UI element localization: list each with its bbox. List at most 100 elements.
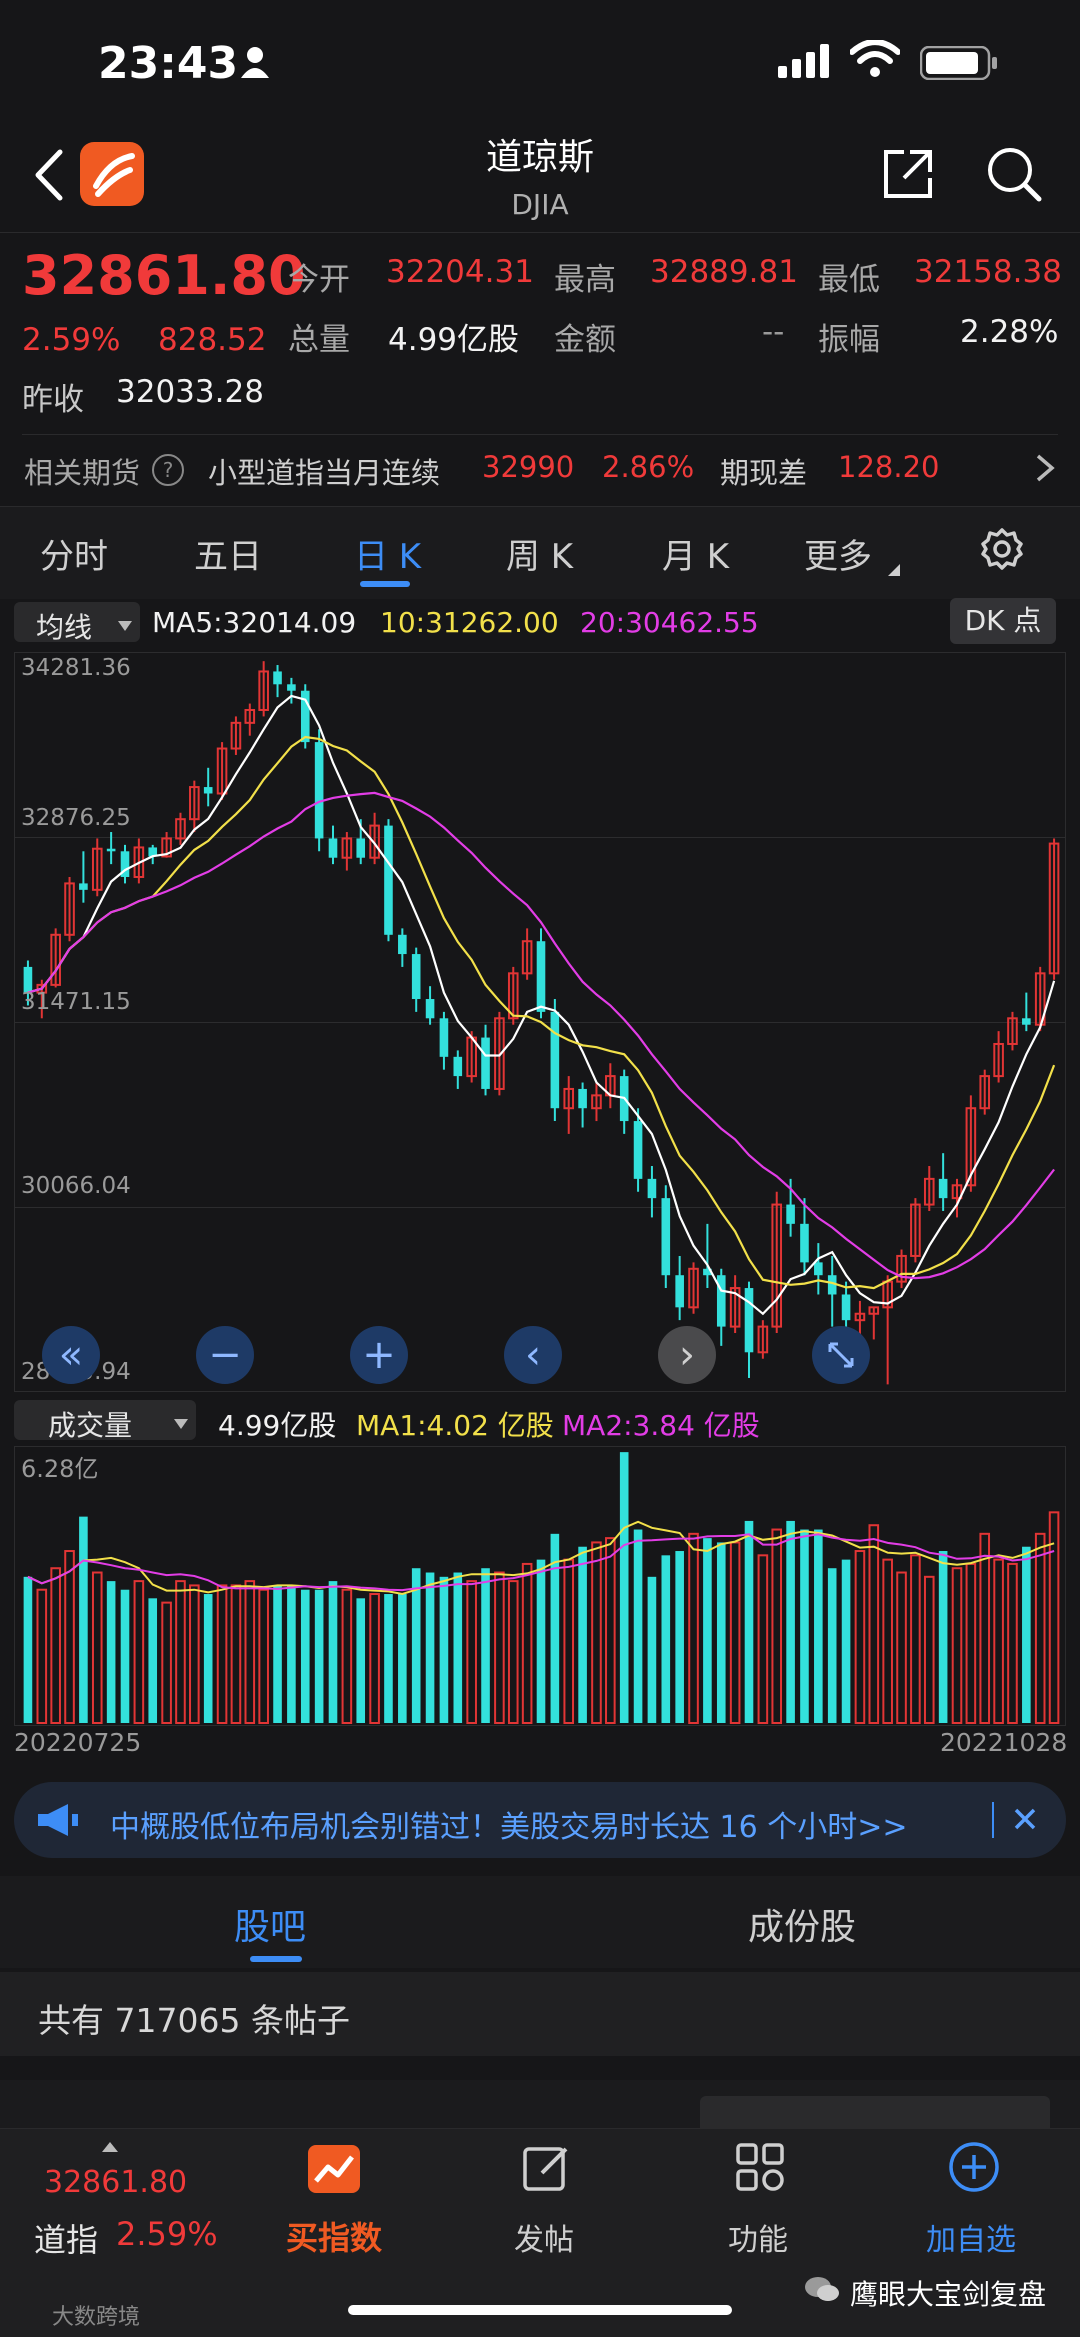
candle-body (938, 1178, 948, 1199)
amplitude-value: 2.28% (960, 314, 1059, 350)
signal-icon (778, 44, 834, 82)
expand-icon[interactable] (812, 1326, 870, 1384)
candle-body (398, 934, 407, 955)
functions-label[interactable]: 功能 (728, 2215, 788, 2259)
volume-value: 4.99亿股 (388, 322, 520, 358)
ma20-line (27, 791, 1055, 1280)
tab-guba[interactable]: 股吧 (234, 1898, 306, 1950)
tab-intraday[interactable]: 分时 (40, 529, 108, 578)
zoom-in-button[interactable]: + (350, 1326, 408, 1384)
candle-body (675, 1275, 684, 1308)
volume-bar (910, 1554, 921, 1724)
zoom-out-button[interactable]: − (196, 1326, 254, 1384)
scroll-right-button[interactable]: › (658, 1326, 716, 1384)
banner-text: 中概股低位布局机会别错过！美股交易时长达 16 个小时>> (110, 1810, 908, 1845)
candle-body (786, 1204, 795, 1224)
volume-bar (1034, 1532, 1046, 1725)
volume-selector[interactable]: 成交量 (14, 1400, 196, 1442)
tab-weekly-k[interactable]: 周 K (506, 529, 573, 578)
candle-body (550, 1011, 560, 1109)
candle-body (578, 1088, 587, 1109)
header-divider (0, 232, 1080, 233)
wechat-icon (804, 2275, 840, 2307)
up-arrow-icon (102, 2137, 118, 2156)
add-watchlist-icon[interactable] (948, 2141, 1000, 2197)
dropdown-triangle-icon (174, 1414, 188, 1433)
futures-label: 相关期货 (24, 456, 141, 490)
volume-bar (425, 1572, 435, 1723)
buy-index-icon[interactable] (308, 2145, 360, 2197)
volume-bar (827, 1568, 837, 1723)
buy-index-label[interactable]: 买指数 (286, 2213, 382, 2259)
ma-selector[interactable]: 均线 (14, 602, 140, 644)
volume-bar (369, 1593, 380, 1724)
battery-icon (919, 45, 1000, 84)
basis-value: 128.20 (838, 450, 940, 484)
volume-bar (36, 1588, 48, 1724)
bottom-pct: 2.59% (116, 2215, 218, 2253)
add-watchlist-label[interactable]: 加自选 (926, 2215, 1016, 2259)
help-icon[interactable]: ? (152, 454, 184, 486)
candle-body (633, 1121, 643, 1179)
functions-grid-icon[interactable] (736, 2143, 784, 2197)
volume-bar (563, 1558, 575, 1724)
volume-bar (896, 1571, 907, 1724)
volume-bar (744, 1520, 754, 1723)
candle-body (356, 838, 366, 858)
promo-banner[interactable]: 中概股低位布局机会别错过！美股交易时长达 16 个小时>> (14, 1782, 1066, 1858)
volume-bar (23, 1576, 33, 1723)
volume-bar (133, 1580, 145, 1724)
volume-bar (993, 1558, 1004, 1724)
low-value: 32158.38 (914, 254, 1062, 290)
tab-monthly-k[interactable]: 月 K (662, 529, 729, 578)
dropdown-triangle-icon (888, 561, 900, 580)
volume-bar (287, 1585, 296, 1723)
volume-ma2: MA2:3.84 亿股 (562, 1409, 760, 1442)
volume-bar (341, 1588, 353, 1724)
post-label[interactable]: 发帖 (514, 2215, 574, 2259)
dropdown-triangle-icon (118, 616, 132, 635)
volume-bar (50, 1567, 61, 1724)
tab-five-day[interactable]: 五日 (194, 529, 262, 578)
prev-close-label: 昨收 (22, 382, 84, 418)
open-value: 32204.31 (386, 254, 534, 290)
kline-panel[interactable]: 34281.36 32876.25 31471.15 30066.04 2866… (14, 652, 1066, 1392)
amplitude-label: 振幅 (818, 322, 880, 358)
fast-back-button[interactable]: « (42, 1326, 100, 1384)
volume-bar (481, 1568, 490, 1723)
post-edit-icon[interactable] (522, 2143, 572, 2197)
prev-close-value: 32033.28 (116, 374, 264, 410)
volume-panel[interactable]: 6.28亿 (14, 1446, 1066, 1726)
volume-bar (328, 1581, 338, 1723)
period-tabs: 分时 五日 日 K 周 K 月 K 更多 (0, 506, 1080, 599)
megaphone-icon (36, 1802, 80, 1842)
volume-bar (507, 1580, 519, 1724)
search-icon[interactable] (986, 146, 1042, 206)
volume-bar (854, 1550, 866, 1724)
close-icon[interactable] (1010, 1804, 1040, 1838)
volume-bar (703, 1538, 712, 1723)
volume-bar (771, 1528, 783, 1725)
candle-body (203, 787, 213, 794)
volume-bar (106, 1581, 116, 1723)
volume-bar (244, 1580, 256, 1724)
candle-body (453, 1056, 463, 1077)
scroll-left-button[interactable]: ‹ (504, 1326, 562, 1384)
tab-more[interactable]: 更多 (804, 529, 872, 578)
futures-row[interactable]: 相关期货 ? 小型道指当月连续 32990 2.86% 期现差 128.20 (0, 440, 1080, 498)
change-amount: 828.52 (158, 322, 267, 358)
share-icon[interactable] (880, 146, 936, 206)
tab-daily-k[interactable]: 日 K (354, 529, 421, 578)
current-price: 32861.80 (22, 244, 306, 307)
tab-constituents[interactable]: 成份股 (748, 1898, 856, 1950)
volume-bar (786, 1520, 795, 1723)
dk-point-button[interactable]: DK 点 (950, 598, 1056, 644)
candle-body (661, 1198, 671, 1276)
futures-price: 32990 (482, 450, 575, 484)
settings-gear-icon[interactable] (980, 527, 1024, 575)
volume-bar (216, 1584, 228, 1724)
volume-bar (384, 1594, 393, 1723)
futures-pct: 2.86% (602, 450, 695, 484)
volume-bar (757, 1554, 769, 1724)
candle-body (328, 838, 338, 858)
